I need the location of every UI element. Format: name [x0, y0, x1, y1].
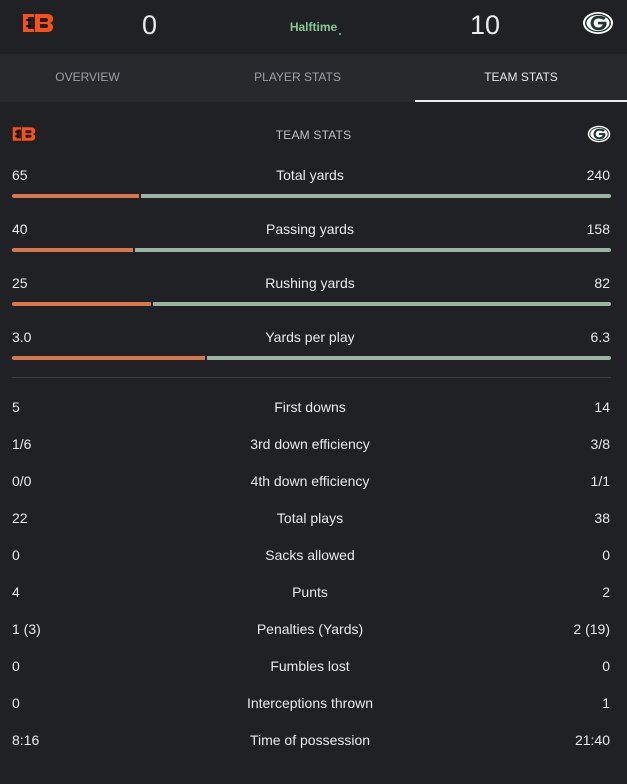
packers-logo-icon[interactable] [582, 11, 614, 40]
home-bar [12, 302, 151, 306]
away-value: 21:40 [574, 732, 610, 748]
stat-row: 5 First downs 14 [0, 398, 627, 418]
active-tab-indicator [415, 100, 627, 102]
stat-label: 4th down efficiency [250, 473, 370, 489]
tab-overview[interactable]: OVERVIEW [0, 54, 175, 102]
stat-label: Interceptions thrown [246, 695, 374, 711]
tab-team-stats[interactable]: TEAM STATS [415, 54, 627, 102]
stat-row: 0/0 4th down efficiency 1/1 [0, 472, 627, 492]
comparison-bar [12, 302, 611, 306]
away-value: 14 [594, 399, 610, 415]
stat-label: Time of possession [249, 732, 371, 748]
divider [12, 377, 611, 378]
away-value: 82 [594, 275, 610, 291]
home-bar [12, 356, 205, 360]
comparison-bar [12, 356, 611, 360]
game-status: Halftime [289, 20, 338, 34]
away-value: 38 [594, 510, 610, 526]
home-bar [12, 194, 139, 198]
away-value: 1/1 [590, 473, 610, 489]
stat-label: Sacks allowed [265, 547, 355, 563]
stat-row: 0 Sacks allowed 0 [0, 546, 627, 566]
bar-stat-row: 3.0 Yards per play 6.3 [0, 328, 627, 360]
section-title: TEAM STATS [275, 128, 352, 142]
stat-row: 22 Total plays 38 [0, 509, 627, 529]
away-value: 240 [586, 167, 610, 183]
stat-label: Total yards [276, 167, 344, 183]
away-bar [207, 356, 611, 360]
bar-stat-row: 65 Total yards 240 [0, 166, 627, 198]
tab-team-stats-label: TEAM STATS [484, 70, 558, 84]
away-score: 10 [470, 10, 501, 40]
bar-stat-row: 25 Rushing yards 82 [0, 274, 627, 306]
packers-logo-icon [587, 125, 611, 148]
stat-label: Fumbles lost [270, 658, 350, 674]
stat-row: 4 Punts 2 [0, 583, 627, 603]
stat-label: Yards per play [265, 329, 355, 345]
away-value: 158 [586, 221, 610, 237]
comparison-bar [12, 194, 611, 198]
away-bar [135, 248, 611, 252]
bar-stat-row: 40 Passing yards 158 [0, 220, 627, 252]
away-value: 0 [602, 547, 610, 563]
comparison-bar [12, 248, 611, 252]
scoreboard-header: 0 Halftime 10 [0, 0, 627, 54]
team-stats-header: TEAM STATS [0, 124, 627, 146]
home-bar [12, 248, 133, 252]
stat-row: 8:16 Time of possession 21:40 [0, 731, 627, 751]
tab-player-stats[interactable]: PLAYER STATS [210, 54, 385, 102]
away-value: 0 [602, 658, 610, 674]
tab-overview-label: OVERVIEW [55, 70, 120, 84]
stat-label: Passing yards [266, 221, 354, 237]
stat-row: 1/6 3rd down efficiency 3/8 [0, 435, 627, 455]
away-value: 1 [602, 695, 610, 711]
stat-label: Penalties (Yards) [256, 621, 364, 637]
status-indicator [339, 33, 341, 35]
stat-label: First downs [274, 399, 346, 415]
away-value: 6.3 [590, 329, 610, 345]
stat-row: 0 Interceptions thrown 1 [0, 694, 627, 714]
stat-label: Rushing yards [265, 275, 355, 291]
away-value: 2 [602, 584, 610, 600]
stat-label: 3rd down efficiency [250, 436, 370, 452]
away-value: 3/8 [590, 436, 610, 452]
tab-player-stats-label: PLAYER STATS [254, 70, 341, 84]
tab-bar: OVERVIEW PLAYER STATS TEAM STATS [0, 54, 627, 102]
stat-row: 1 (3) Penalties (Yards) 2 (19) [0, 620, 627, 640]
stat-row: 0 Fumbles lost 0 [0, 657, 627, 677]
away-value: 2 (19) [573, 621, 610, 637]
stat-label: Punts [292, 584, 328, 600]
away-bar [141, 194, 611, 198]
stat-label: Total plays [276, 510, 344, 526]
away-bar [153, 302, 611, 306]
